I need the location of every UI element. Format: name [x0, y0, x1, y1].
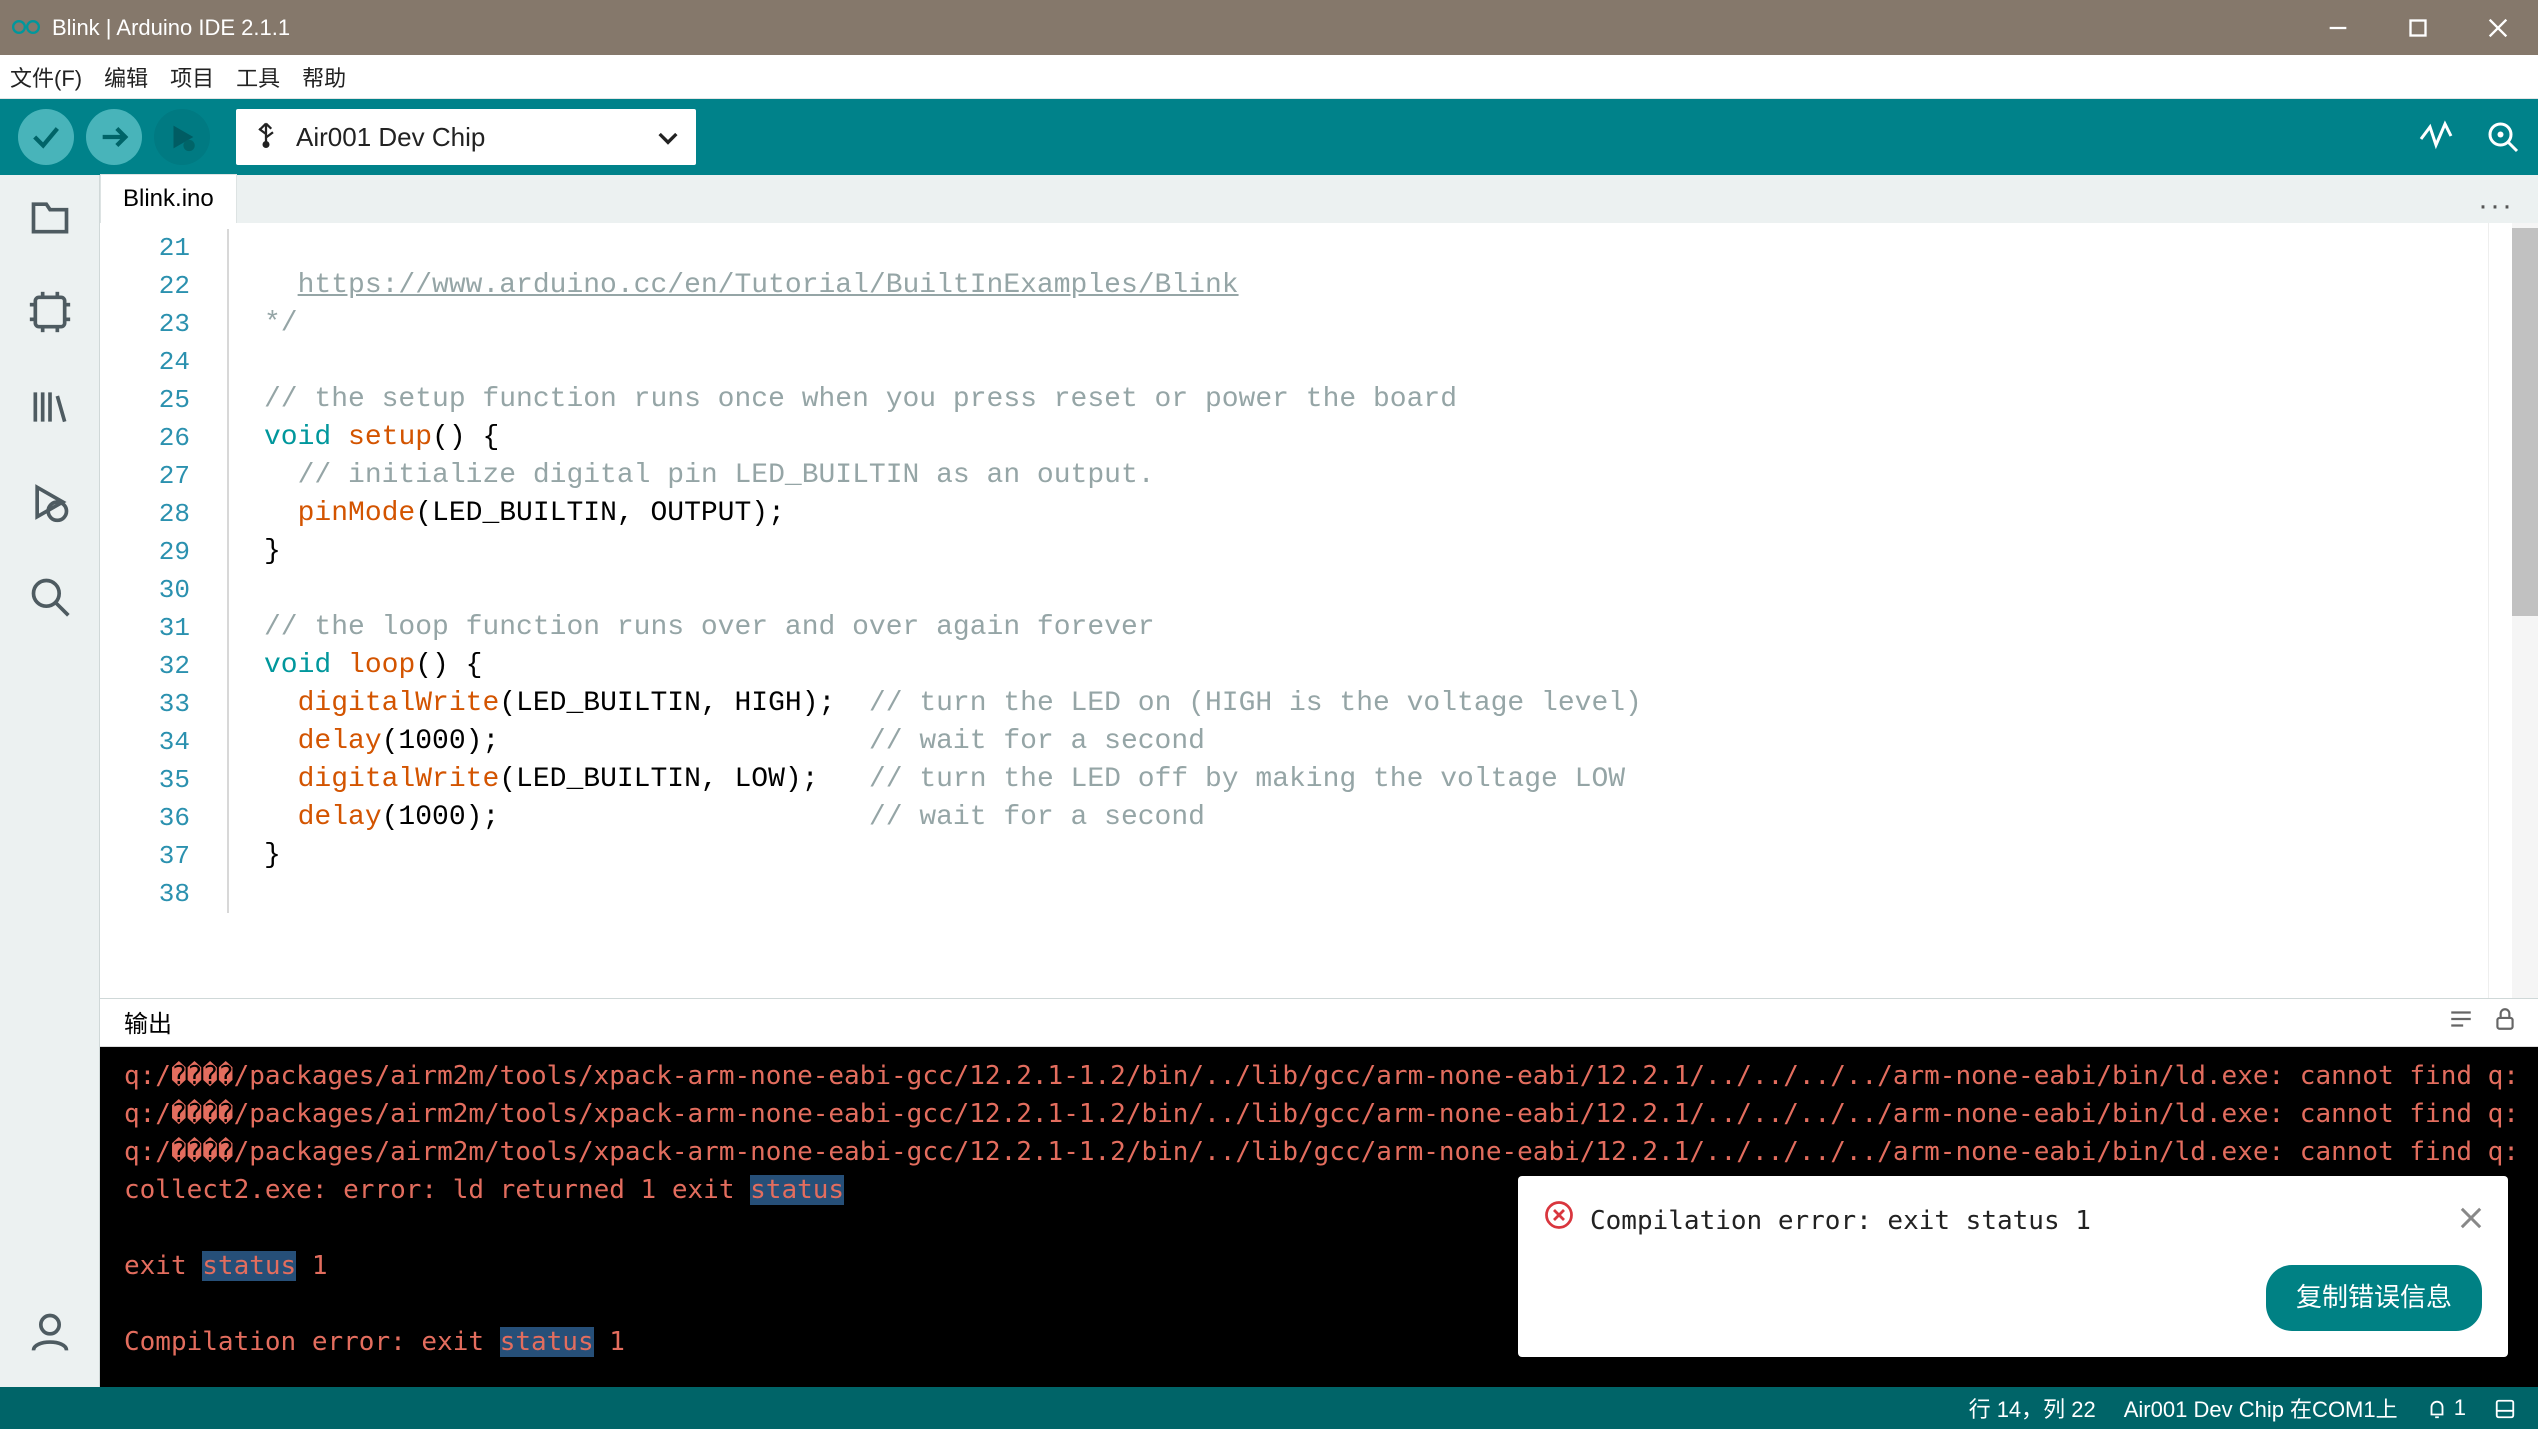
sidebar-library-manager[interactable]	[28, 385, 72, 432]
verify-button[interactable]	[18, 109, 74, 165]
tab-label: Blink.ino	[123, 185, 214, 212]
serial-plotter-button[interactable]	[2418, 118, 2454, 157]
arduino-logo-icon	[12, 14, 40, 42]
status-close-panel[interactable]	[2494, 1395, 2516, 1421]
sidebar-explorer[interactable]	[28, 195, 72, 242]
output-header: 输出	[100, 999, 2538, 1047]
editor-scrollbar[interactable]	[2512, 223, 2538, 998]
serial-monitor-button[interactable]	[2484, 118, 2520, 157]
menu-tools[interactable]: 工具	[236, 61, 280, 93]
usb-icon	[254, 120, 278, 155]
fold-bar	[208, 223, 248, 998]
sidebar-boards-manager[interactable]	[28, 290, 72, 337]
debug-button[interactable]	[154, 109, 210, 165]
copy-error-button[interactable]: 复制错误信息	[2266, 1265, 2482, 1331]
status-board[interactable]: Air001 Dev Chip 在COM1上	[2124, 1392, 2398, 1424]
code-editor[interactable]: 212223242526272829303132333435363738 htt…	[100, 223, 2538, 998]
menu-file[interactable]: 文件(F)	[10, 61, 82, 93]
menu-help[interactable]: 帮助	[302, 61, 346, 93]
code-content[interactable]: https://www.arduino.cc/en/Tutorial/Built…	[248, 223, 1642, 998]
sidebar-debug[interactable]	[28, 480, 72, 527]
output-wrap-icon[interactable]	[2448, 1006, 2474, 1039]
editor-tab-blink[interactable]: Blink.ino	[100, 174, 237, 223]
minimap[interactable]	[2488, 223, 2512, 998]
sidebar-search[interactable]	[28, 575, 72, 622]
line-gutter: 212223242526272829303132333435363738	[100, 223, 208, 998]
compilation-error-notification: Compilation error: exit status 1 复制错误信息	[1518, 1176, 2508, 1357]
title-bar: Blink | Arduino IDE 2.1.1	[0, 0, 2538, 55]
error-icon	[1544, 1200, 1574, 1241]
status-cursor-pos[interactable]: 行 14，列 22	[1969, 1392, 2096, 1424]
output-lock-icon[interactable]	[2492, 1006, 2518, 1039]
board-selector[interactable]: Air001 Dev Chip	[236, 109, 696, 165]
window-close-button[interactable]	[2458, 0, 2538, 55]
menu-edit[interactable]: 编辑	[104, 61, 148, 93]
chevron-down-icon	[658, 122, 678, 153]
upload-button[interactable]	[86, 109, 142, 165]
notification-message: Compilation error: exit status 1	[1590, 1202, 2091, 1240]
board-name: Air001 Dev Chip	[296, 122, 485, 153]
tab-overflow-button[interactable]: ···	[2478, 189, 2518, 223]
status-notifications[interactable]: 1	[2426, 1395, 2466, 1421]
menu-bar: 文件(F) 编辑 项目 工具 帮助	[0, 55, 2538, 99]
window-maximize-button[interactable]	[2378, 0, 2458, 55]
toolbar: Air001 Dev Chip	[0, 99, 2538, 175]
output-console[interactable]: q:/����/packages/airm2m/tools/xpack-arm-…	[100, 1047, 2538, 1387]
notification-close-button[interactable]	[2460, 1202, 2482, 1240]
sidebar-account[interactable]	[28, 1310, 72, 1357]
menu-project[interactable]: 项目	[170, 61, 214, 93]
window-title: Blink | Arduino IDE 2.1.1	[52, 15, 2298, 41]
window-minimize-button[interactable]	[2298, 0, 2378, 55]
output-tab-label[interactable]: 输出	[120, 996, 176, 1049]
sidebar	[0, 175, 100, 1387]
status-bar: 行 14，列 22 Air001 Dev Chip 在COM1上 1	[0, 1387, 2538, 1429]
editor-tabs: Blink.ino ···	[100, 175, 2538, 223]
